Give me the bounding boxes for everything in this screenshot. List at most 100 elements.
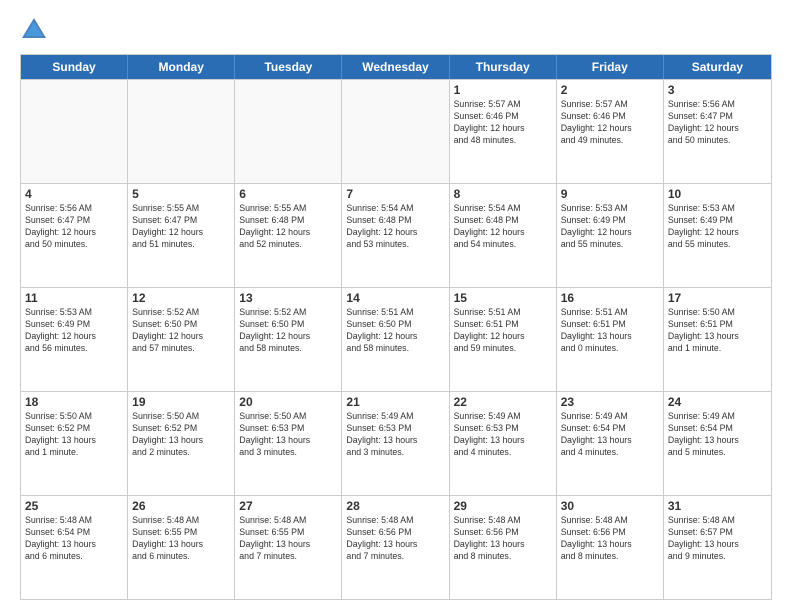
logo-icon	[20, 16, 48, 44]
day-info: Sunrise: 5:48 AM Sunset: 6:57 PM Dayligh…	[668, 515, 767, 563]
day-number: 16	[561, 291, 659, 305]
day-info: Sunrise: 5:52 AM Sunset: 6:50 PM Dayligh…	[132, 307, 230, 355]
calendar-cell: 29 Sunrise: 5:48 AM Sunset: 6:56 PM Dayli…	[450, 496, 557, 599]
day-number: 31	[668, 499, 767, 513]
day-number: 3	[668, 83, 767, 97]
page-header	[20, 16, 772, 44]
day-info: Sunrise: 5:53 AM Sunset: 6:49 PM Dayligh…	[25, 307, 123, 355]
calendar-row: 25 Sunrise: 5:48 AM Sunset: 6:54 PM Dayli…	[21, 495, 771, 599]
calendar-cell: 12 Sunrise: 5:52 AM Sunset: 6:50 PM Dayli…	[128, 288, 235, 391]
weekday-header-monday: Monday	[128, 55, 235, 79]
day-number: 11	[25, 291, 123, 305]
calendar-cell: 10 Sunrise: 5:53 AM Sunset: 6:49 PM Dayli…	[664, 184, 771, 287]
calendar-row: 11 Sunrise: 5:53 AM Sunset: 6:49 PM Dayli…	[21, 287, 771, 391]
calendar-cell	[235, 80, 342, 183]
day-info: Sunrise: 5:48 AM Sunset: 6:55 PM Dayligh…	[239, 515, 337, 563]
calendar-cell: 31 Sunrise: 5:48 AM Sunset: 6:57 PM Dayli…	[664, 496, 771, 599]
day-number: 22	[454, 395, 552, 409]
day-info: Sunrise: 5:48 AM Sunset: 6:56 PM Dayligh…	[454, 515, 552, 563]
day-info: Sunrise: 5:55 AM Sunset: 6:47 PM Dayligh…	[132, 203, 230, 251]
logo	[20, 16, 52, 44]
day-info: Sunrise: 5:51 AM Sunset: 6:51 PM Dayligh…	[454, 307, 552, 355]
day-number: 19	[132, 395, 230, 409]
day-number: 9	[561, 187, 659, 201]
day-number: 20	[239, 395, 337, 409]
day-number: 15	[454, 291, 552, 305]
day-info: Sunrise: 5:48 AM Sunset: 6:55 PM Dayligh…	[132, 515, 230, 563]
calendar-body: 1 Sunrise: 5:57 AM Sunset: 6:46 PM Daylig…	[21, 79, 771, 599]
day-number: 5	[132, 187, 230, 201]
calendar-cell: 25 Sunrise: 5:48 AM Sunset: 6:54 PM Dayli…	[21, 496, 128, 599]
day-info: Sunrise: 5:56 AM Sunset: 6:47 PM Dayligh…	[25, 203, 123, 251]
weekday-header-sunday: Sunday	[21, 55, 128, 79]
weekday-header-thursday: Thursday	[450, 55, 557, 79]
day-number: 2	[561, 83, 659, 97]
calendar-cell	[21, 80, 128, 183]
calendar-cell: 2Sunrise: 5:57 AM Sunset: 6:46 PM Daylig…	[557, 80, 664, 183]
day-number: 23	[561, 395, 659, 409]
calendar-cell: 26Sunrise: 5:48 AM Sunset: 6:55 PM Dayli…	[128, 496, 235, 599]
day-number: 12	[132, 291, 230, 305]
day-info: Sunrise: 5:57 AM Sunset: 6:46 PM Dayligh…	[454, 99, 552, 147]
day-info: Sunrise: 5:51 AM Sunset: 6:51 PM Dayligh…	[561, 307, 659, 355]
calendar-cell: 8Sunrise: 5:54 AM Sunset: 6:48 PM Daylig…	[450, 184, 557, 287]
calendar-cell: 16 Sunrise: 5:51 AM Sunset: 6:51 PM Dayli…	[557, 288, 664, 391]
day-number: 13	[239, 291, 337, 305]
day-info: Sunrise: 5:53 AM Sunset: 6:49 PM Dayligh…	[668, 203, 767, 251]
weekday-header-friday: Friday	[557, 55, 664, 79]
calendar-cell: 19 Sunrise: 5:50 AM Sunset: 6:52 PM Dayli…	[128, 392, 235, 495]
day-info: Sunrise: 5:54 AM Sunset: 6:48 PM Dayligh…	[454, 203, 552, 251]
calendar-cell	[128, 80, 235, 183]
calendar-cell: 3 Sunrise: 5:56 AM Sunset: 6:47 PM Daylig…	[664, 80, 771, 183]
day-info: Sunrise: 5:50 AM Sunset: 6:52 PM Dayligh…	[132, 411, 230, 459]
calendar-cell: 11 Sunrise: 5:53 AM Sunset: 6:49 PM Dayli…	[21, 288, 128, 391]
day-info: Sunrise: 5:55 AM Sunset: 6:48 PM Dayligh…	[239, 203, 337, 251]
day-number: 24	[668, 395, 767, 409]
calendar: SundayMondayTuesdayWednesdayThursdayFrid…	[20, 54, 772, 600]
day-number: 30	[561, 499, 659, 513]
day-info: Sunrise: 5:54 AM Sunset: 6:48 PM Dayligh…	[346, 203, 444, 251]
calendar-cell	[342, 80, 449, 183]
day-number: 18	[25, 395, 123, 409]
day-number: 1	[454, 83, 552, 97]
calendar-cell: 27Sunrise: 5:48 AM Sunset: 6:55 PM Dayli…	[235, 496, 342, 599]
calendar-cell: 28 Sunrise: 5:48 AM Sunset: 6:56 PM Dayli…	[342, 496, 449, 599]
calendar-cell: 20 Sunrise: 5:50 AM Sunset: 6:53 PM Dayli…	[235, 392, 342, 495]
day-info: Sunrise: 5:51 AM Sunset: 6:50 PM Dayligh…	[346, 307, 444, 355]
day-number: 21	[346, 395, 444, 409]
calendar-cell: 24 Sunrise: 5:49 AM Sunset: 6:54 PM Dayli…	[664, 392, 771, 495]
day-info: Sunrise: 5:49 AM Sunset: 6:54 PM Dayligh…	[668, 411, 767, 459]
day-info: Sunrise: 5:50 AM Sunset: 6:53 PM Dayligh…	[239, 411, 337, 459]
calendar-cell: 30 Sunrise: 5:48 AM Sunset: 6:56 PM Dayli…	[557, 496, 664, 599]
day-number: 7	[346, 187, 444, 201]
day-info: Sunrise: 5:48 AM Sunset: 6:56 PM Dayligh…	[346, 515, 444, 563]
calendar-row: 4 Sunrise: 5:56 AM Sunset: 6:47 PM Daylig…	[21, 183, 771, 287]
calendar-row: 18 Sunrise: 5:50 AM Sunset: 6:52 PM Dayli…	[21, 391, 771, 495]
calendar-cell: 23 Sunrise: 5:49 AM Sunset: 6:54 PM Dayli…	[557, 392, 664, 495]
day-number: 4	[25, 187, 123, 201]
day-number: 28	[346, 499, 444, 513]
calendar-cell: 7 Sunrise: 5:54 AM Sunset: 6:48 PM Daylig…	[342, 184, 449, 287]
calendar-cell: 6Sunrise: 5:55 AM Sunset: 6:48 PM Daylig…	[235, 184, 342, 287]
calendar-cell: 13 Sunrise: 5:52 AM Sunset: 6:50 PM Dayli…	[235, 288, 342, 391]
day-info: Sunrise: 5:48 AM Sunset: 6:56 PM Dayligh…	[561, 515, 659, 563]
day-info: Sunrise: 5:49 AM Sunset: 6:53 PM Dayligh…	[346, 411, 444, 459]
calendar-cell: 18 Sunrise: 5:50 AM Sunset: 6:52 PM Dayli…	[21, 392, 128, 495]
weekday-header-tuesday: Tuesday	[235, 55, 342, 79]
day-info: Sunrise: 5:50 AM Sunset: 6:52 PM Dayligh…	[25, 411, 123, 459]
weekday-header-wednesday: Wednesday	[342, 55, 449, 79]
day-number: 10	[668, 187, 767, 201]
day-info: Sunrise: 5:48 AM Sunset: 6:54 PM Dayligh…	[25, 515, 123, 563]
day-number: 17	[668, 291, 767, 305]
day-number: 29	[454, 499, 552, 513]
day-info: Sunrise: 5:53 AM Sunset: 6:49 PM Dayligh…	[561, 203, 659, 251]
day-info: Sunrise: 5:49 AM Sunset: 6:54 PM Dayligh…	[561, 411, 659, 459]
calendar-header: SundayMondayTuesdayWednesdayThursdayFrid…	[21, 55, 771, 79]
day-number: 25	[25, 499, 123, 513]
weekday-header-saturday: Saturday	[664, 55, 771, 79]
calendar-cell: 9 Sunrise: 5:53 AM Sunset: 6:49 PM Daylig…	[557, 184, 664, 287]
day-info: Sunrise: 5:56 AM Sunset: 6:47 PM Dayligh…	[668, 99, 767, 147]
calendar-cell: 21 Sunrise: 5:49 AM Sunset: 6:53 PM Dayli…	[342, 392, 449, 495]
day-info: Sunrise: 5:52 AM Sunset: 6:50 PM Dayligh…	[239, 307, 337, 355]
calendar-cell: 5 Sunrise: 5:55 AM Sunset: 6:47 PM Daylig…	[128, 184, 235, 287]
